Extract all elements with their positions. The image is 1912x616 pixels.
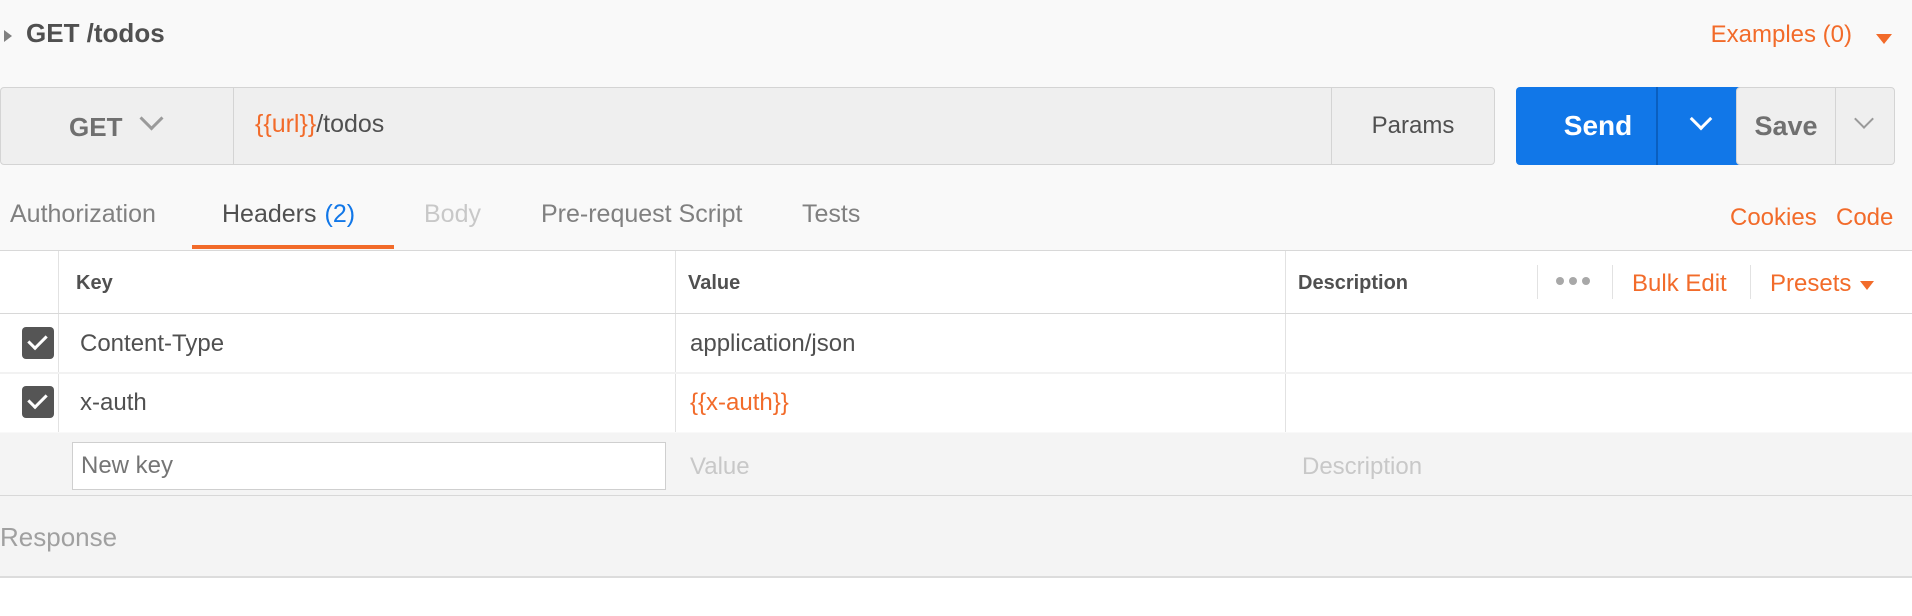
column-divider [58,314,59,372]
tab-prerequest-script[interactable]: Pre-request Script [541,200,742,229]
column-divider [675,251,676,313]
method-label: GET [69,112,123,142]
cookies-link[interactable]: Cookies [1730,204,1817,232]
tab-tests[interactable]: Tests [802,200,860,229]
response-body-area [0,578,1912,616]
bulk-edit-link[interactable]: Bulk Edit [1632,270,1727,298]
column-header-description: Description [1298,272,1409,294]
column-divider [58,374,59,432]
method-select[interactable]: GET [1,88,234,164]
save-button[interactable]: Save [1736,87,1836,165]
column-divider [1285,251,1286,313]
column-header-key: Key [76,272,113,294]
url-input[interactable]: {{url}}/todos [255,110,384,139]
headers-count-badge: (2) [324,200,356,228]
request-title-row: GET /todos Examples (0) [0,0,1912,72]
examples-dropdown[interactable]: Examples (0) [1711,21,1852,49]
tab-body[interactable]: Body [424,200,481,229]
header-value-cell[interactable]: {{x-auth}} [690,389,789,417]
header-key-cell[interactable]: x-auth [80,389,147,417]
tab-headers-label: Headers [222,200,317,228]
url-path: /todos [316,110,385,138]
caret-down-icon[interactable] [1860,281,1874,290]
column-divider [1612,265,1613,299]
code-link[interactable]: Code [1836,204,1893,232]
column-divider [58,251,59,313]
checkmark-icon [27,329,48,351]
new-key-input[interactable] [72,442,666,490]
params-button[interactable]: Params [1331,88,1494,164]
new-value-input[interactable]: Value [690,453,750,481]
header-value-cell[interactable]: application/json [690,330,855,358]
row-enabled-checkbox[interactable] [22,327,54,359]
table-row: Content-Type application/json [0,314,1912,375]
chevron-down-icon [1689,107,1713,131]
tab-authorization[interactable]: Authorization [10,200,156,229]
tab-headers[interactable]: Headers (2) [222,200,355,229]
checkmark-icon [27,388,48,410]
row-enabled-checkbox[interactable] [22,386,54,418]
active-tab-indicator [192,245,394,249]
header-key-cell[interactable]: Content-Type [80,330,224,358]
request-title[interactable]: GET /todos [26,18,165,49]
new-description-input[interactable]: Description [1302,453,1422,481]
presets-dropdown[interactable]: Presets [1770,270,1851,298]
column-header-value: Value [688,272,741,294]
more-options-icon[interactable] [1556,277,1592,287]
caret-down-icon[interactable] [1876,34,1892,44]
save-options-button[interactable] [1835,87,1895,165]
new-header-row: Value Description [0,433,1912,496]
column-divider [675,374,676,432]
column-divider [1285,374,1286,432]
column-divider [1750,265,1751,299]
table-header: Key Value Description Bulk Edit Presets [0,251,1912,314]
response-section: Response [0,496,1912,578]
column-divider [675,314,676,372]
table-row: x-auth {{x-auth}} [0,374,1912,432]
response-label: Response [0,522,118,552]
column-divider [1285,314,1286,372]
chevron-down-icon [139,106,164,131]
headers-table: Key Value Description Bulk Edit Presets … [0,251,1912,496]
column-divider [1537,265,1538,299]
expand-caret-icon[interactable] [4,30,12,42]
chevron-down-icon [1854,109,1874,129]
url-bar: GET {{url}}/todos Params [0,87,1495,165]
url-variable: {{url}} [255,110,317,138]
